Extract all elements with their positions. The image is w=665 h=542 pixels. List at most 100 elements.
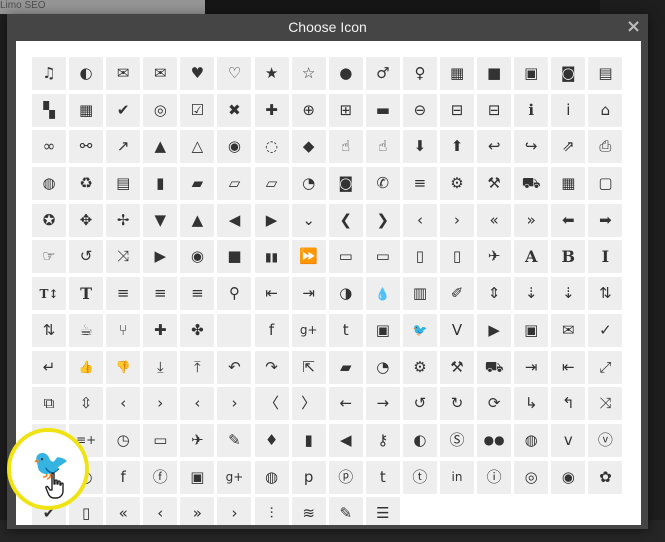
angle-right-icon[interactable]: ›: [440, 203, 475, 237]
caret-left-icon[interactable]: ◀: [217, 203, 252, 237]
arrows-alt-icon[interactable]: ✥: [69, 203, 104, 237]
check-icon[interactable]: ✔: [106, 93, 141, 127]
puzzle-piece-icon[interactable]: ✤: [180, 313, 215, 347]
close-icon[interactable]: ×: [626, 18, 641, 36]
star-outline-icon[interactable]: ☆: [291, 57, 326, 90]
chevron-left-thin-icon[interactable]: 〈: [254, 387, 289, 421]
angle-right-sm-icon[interactable]: ›: [217, 387, 252, 421]
corner-left-icon[interactable]: ↰: [551, 387, 586, 421]
layers-icon[interactable]: ≋: [291, 497, 326, 525]
upload-alt-icon[interactable]: ⤒: [180, 350, 215, 384]
home-icon[interactable]: ⌂: [588, 93, 623, 127]
star-icon[interactable]: ★: [254, 57, 289, 90]
plus-icon[interactable]: ✚: [254, 93, 289, 127]
plus-circle-icon[interactable]: ⊕: [291, 93, 326, 127]
facebook-square-icon[interactable]: ▣: [180, 460, 215, 494]
th-large-icon[interactable]: ▚: [32, 93, 66, 127]
align-right-icon[interactable]: ≡: [180, 277, 215, 311]
eye-icon[interactable]: ◉: [217, 130, 252, 164]
search-icon[interactable]: ⚲: [217, 277, 252, 311]
rss-2-icon[interactable]: ◔: [365, 350, 400, 384]
refresh-icon[interactable]: ⟳: [477, 387, 512, 421]
cart-icon[interactable]: ⛟: [477, 350, 512, 384]
upload-icon[interactable]: ⬆: [440, 130, 475, 164]
pinterest-circle-icon[interactable]: ⓟ: [328, 460, 363, 494]
adjust-2-icon[interactable]: ◑: [328, 277, 363, 311]
chevron-left-sm-icon[interactable]: ‹: [106, 387, 141, 421]
chevron-right-icon[interactable]: ❯: [365, 203, 400, 237]
share-square-icon[interactable]: ⇗: [551, 130, 586, 164]
paint-brush-icon[interactable]: ✎: [217, 423, 252, 457]
font-icon[interactable]: A: [514, 240, 549, 274]
apple-icon[interactable]: [217, 313, 252, 347]
laptop-icon[interactable]: ▭: [365, 240, 400, 274]
th-icon[interactable]: ▦: [69, 93, 104, 127]
angle-left-icon[interactable]: ‹: [402, 203, 437, 237]
calendar-icon[interactable]: ▦: [551, 167, 586, 201]
google-plus-icon[interactable]: g+: [291, 313, 326, 347]
lock-icon[interactable]: ▲: [143, 130, 178, 164]
wrench-icon[interactable]: ⚒: [477, 167, 512, 201]
caret-down-icon[interactable]: ▼: [143, 203, 178, 237]
user-icon[interactable]: ●: [328, 57, 363, 90]
thumbs-up-outline-icon[interactable]: ☝: [328, 130, 363, 164]
angle-left-2-icon[interactable]: ‹: [143, 497, 178, 525]
sign-out-icon[interactable]: ⇤: [551, 350, 586, 384]
list-icon[interactable]: ☰: [365, 497, 400, 525]
heart-outline-icon[interactable]: ♡: [217, 57, 252, 90]
check-circle-outline-icon[interactable]: ◎: [143, 93, 178, 127]
plane-icon[interactable]: ✈: [477, 240, 512, 274]
film-icon[interactable]: ▦: [440, 57, 475, 90]
male-icon[interactable]: ♂: [365, 57, 400, 90]
sort-amount-desc-icon[interactable]: ⇣: [551, 277, 586, 311]
shopping-cart-icon[interactable]: ⛟: [514, 167, 549, 201]
facebook-circle-icon[interactable]: ⓕ: [143, 460, 178, 494]
paper-plane-icon[interactable]: ✈: [180, 423, 215, 457]
download-icon[interactable]: ⬇: [402, 130, 437, 164]
magic-icon[interactable]: ✐: [440, 277, 475, 311]
linkedin-icon[interactable]: in: [440, 460, 475, 494]
pinterest-icon[interactable]: p: [291, 460, 326, 494]
align-left-icon[interactable]: ≡: [106, 277, 141, 311]
info-circle-icon[interactable]: ℹ: [514, 93, 549, 127]
reply-icon[interactable]: ↩: [477, 130, 512, 164]
tumblr-circle-icon[interactable]: ⓣ: [402, 460, 437, 494]
unlock-icon[interactable]: △: [180, 130, 215, 164]
vimeo-circle-icon[interactable]: ⓥ: [588, 423, 623, 457]
dribbble-icon[interactable]: ◎: [514, 460, 549, 494]
folder-2-icon[interactable]: ▰: [328, 350, 363, 384]
tools-icon[interactable]: ⚒: [440, 350, 475, 384]
italic-icon[interactable]: I: [588, 240, 623, 274]
external-link-icon[interactable]: ↗: [106, 130, 141, 164]
youtube-square-icon[interactable]: ▣: [514, 313, 549, 347]
camera-icon[interactable]: ◙: [551, 57, 586, 90]
google-plus-circle-icon[interactable]: ◍: [254, 460, 289, 494]
indent-icon[interactable]: ⇥: [291, 277, 326, 311]
sort-alpha-asc-icon[interactable]: ⇅: [588, 277, 623, 311]
adjust-icon[interactable]: ◐: [69, 57, 104, 90]
angle-left-sm-icon[interactable]: ‹: [180, 387, 215, 421]
twitter-icon[interactable]: 🐦: [402, 313, 437, 347]
picasa-icon[interactable]: ✿: [588, 460, 623, 494]
vimeo-icon[interactable]: v: [551, 423, 586, 457]
picture-icon[interactable]: ▣: [514, 57, 549, 90]
plus-square-icon[interactable]: ⊞: [328, 93, 363, 127]
music-icon[interactable]: ♫: [32, 57, 66, 90]
tag-icon[interactable]: ◆: [291, 130, 326, 164]
thumbs-down-icon[interactable]: 👎: [106, 350, 141, 384]
tint-icon[interactable]: 💧: [365, 277, 400, 311]
photo-icon[interactable]: ▤: [588, 57, 623, 90]
check-square-icon[interactable]: ☑: [180, 93, 215, 127]
arrow-left-sm-icon[interactable]: ←: [328, 387, 363, 421]
chevron-right-sm-icon[interactable]: ›: [143, 387, 178, 421]
eye-slash-icon[interactable]: ◌: [254, 130, 289, 164]
sort-amount-asc-icon[interactable]: ⇣: [514, 277, 549, 311]
thumbs-up-2-icon[interactable]: 👍: [69, 350, 104, 384]
monitor-icon[interactable]: ▭: [143, 423, 178, 457]
linkedin-circle-icon[interactable]: ⓘ: [477, 460, 512, 494]
download-alt-icon[interactable]: ⤓: [143, 350, 178, 384]
bold-icon[interactable]: B: [551, 240, 586, 274]
minus-icon[interactable]: ▬: [365, 93, 400, 127]
check-2-icon[interactable]: ✓: [588, 313, 623, 347]
envelope-icon[interactable]: ✉: [143, 57, 178, 90]
